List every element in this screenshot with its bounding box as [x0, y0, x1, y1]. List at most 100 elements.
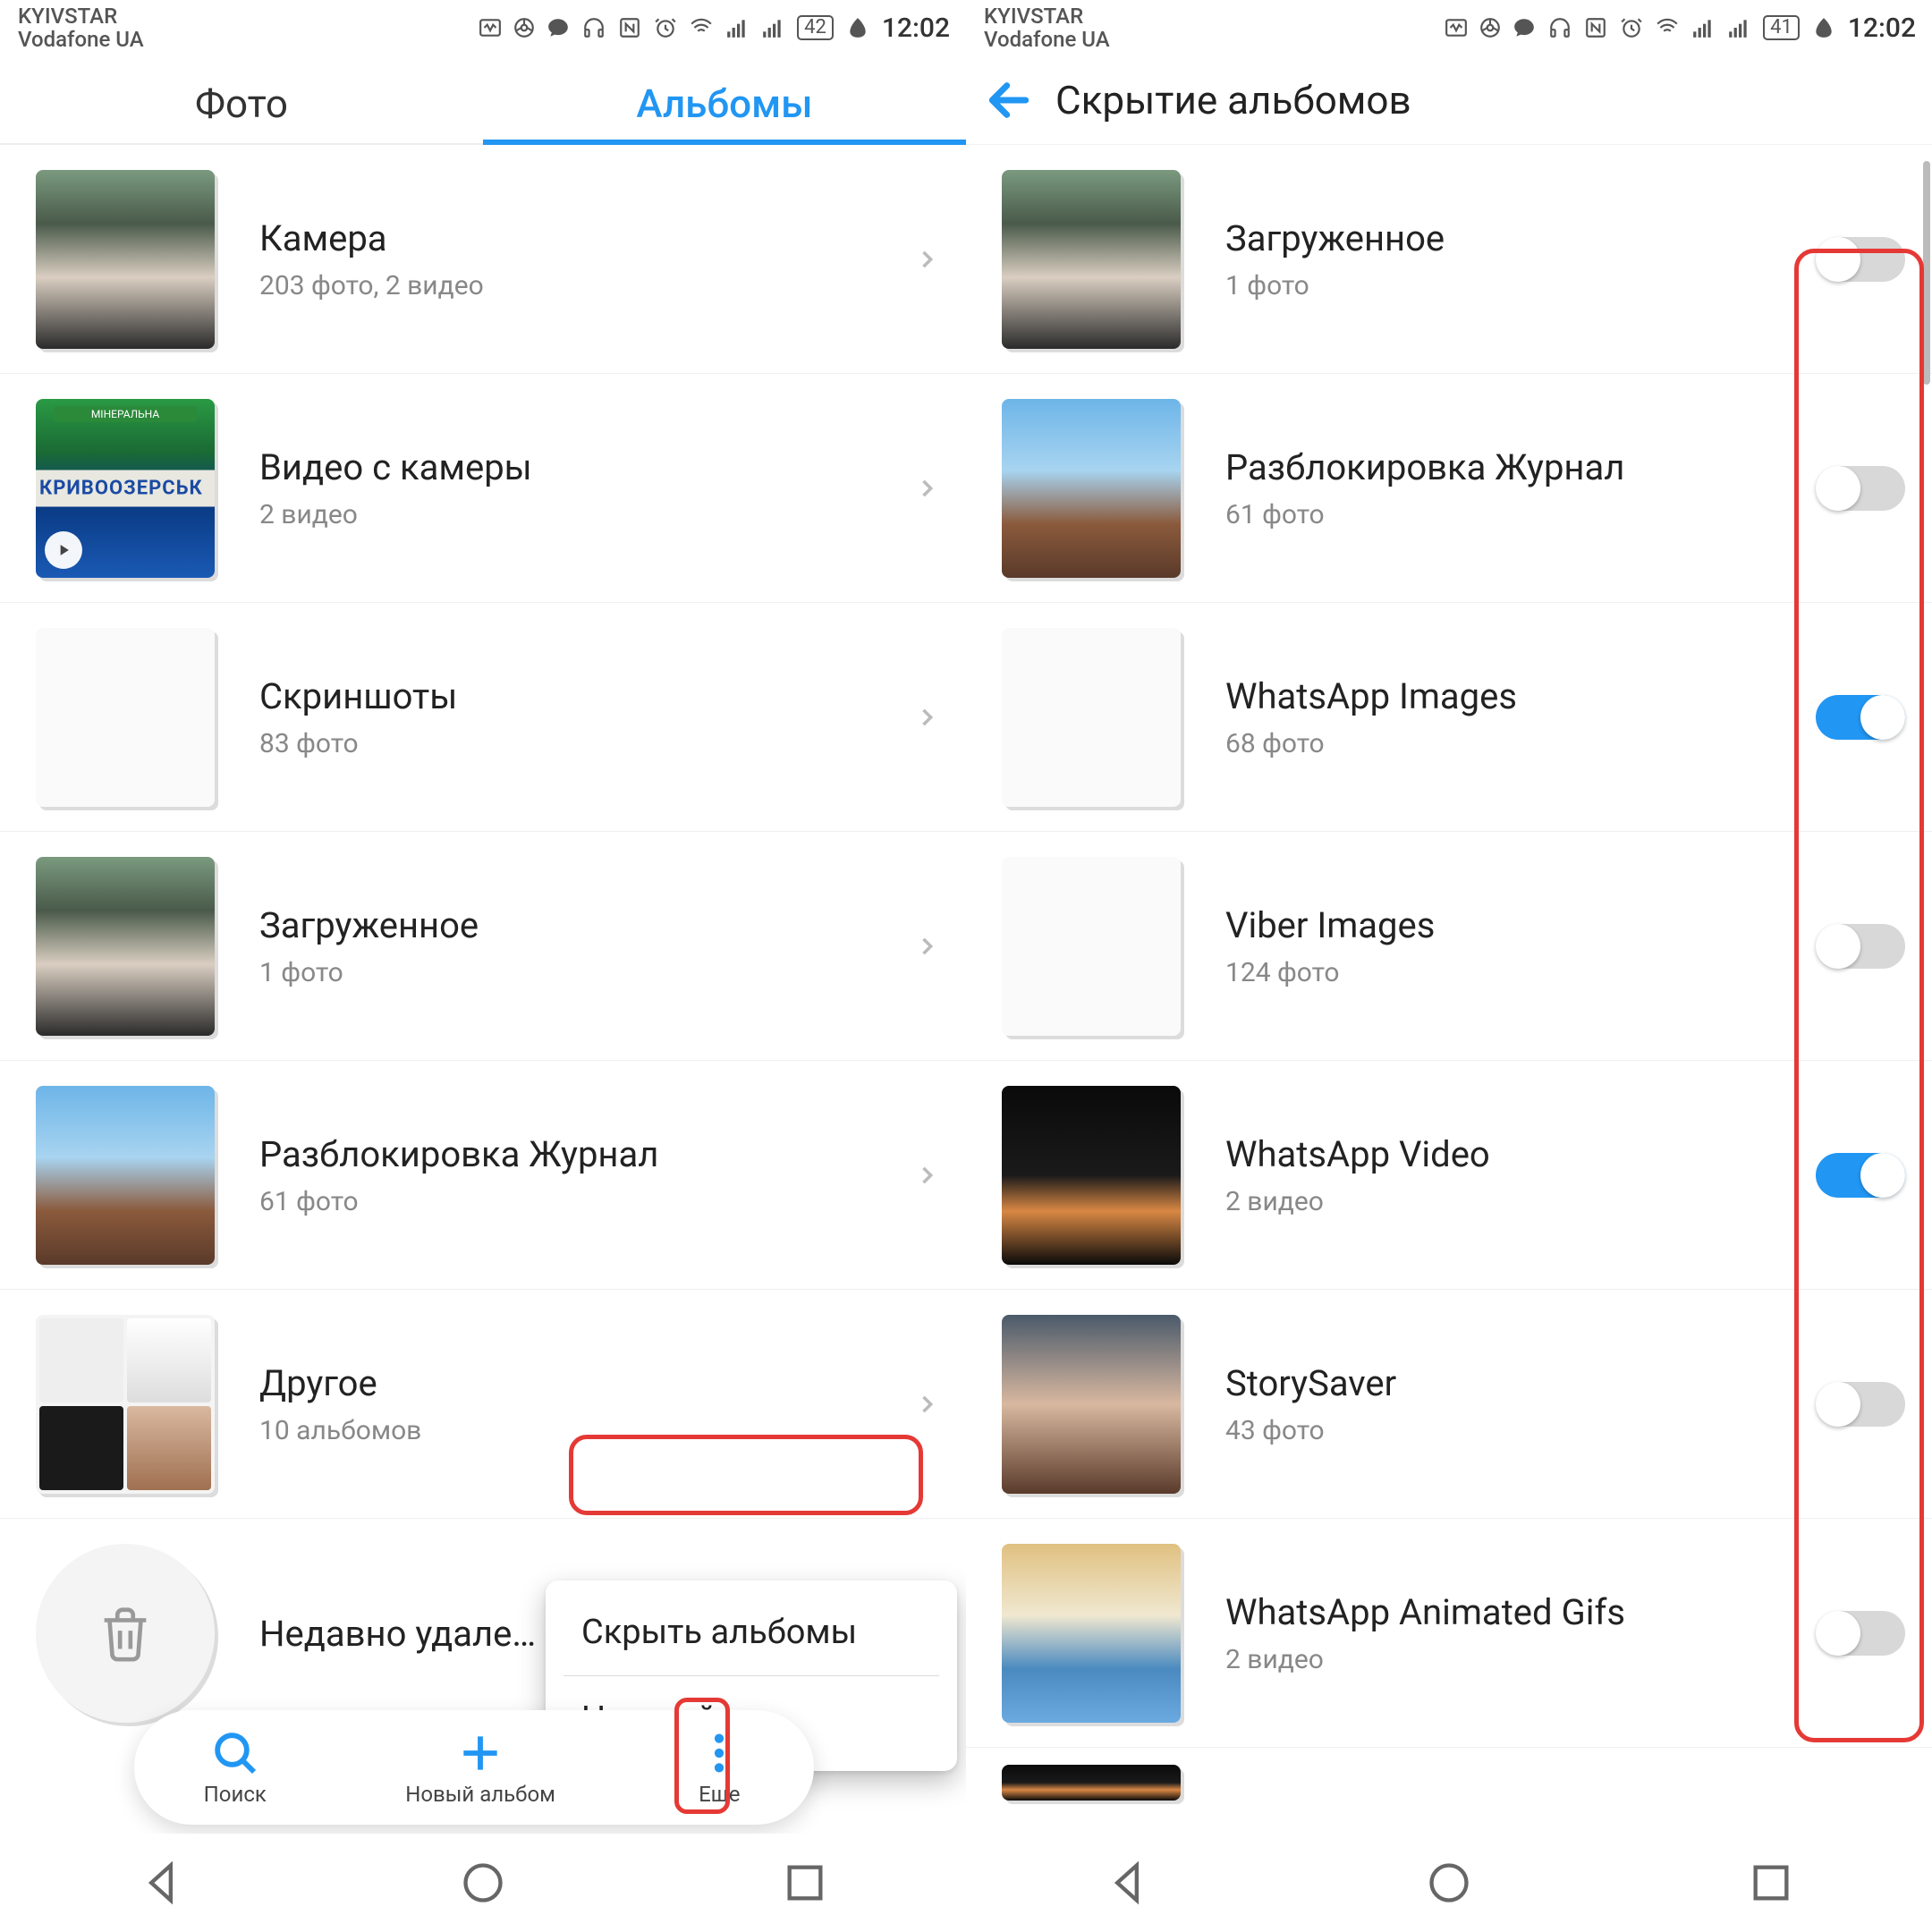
status-icons: 41 12:02 — [1445, 13, 1916, 44]
album-title: WhatsApp Video — [1225, 1133, 1816, 1175]
signal2-icon — [761, 16, 784, 39]
album-thumb — [1002, 170, 1181, 349]
hide-toggle[interactable] — [1816, 1153, 1905, 1198]
chrome-icon — [1479, 16, 1502, 39]
album-row-camera-video[interactable]: МІНЕРАЛЬНА КРИВООЗЕРСЬК Видео с камеры 2… — [0, 374, 966, 603]
wifi-icon — [1656, 16, 1679, 39]
nav-back-icon[interactable] — [1104, 1860, 1150, 1906]
album-title: Скриншоты — [259, 675, 914, 717]
hide-toggle[interactable] — [1816, 1382, 1905, 1427]
android-nav-bar — [0, 1834, 966, 1932]
album-subtitle: 61 фото — [1225, 499, 1816, 530]
album-subtitle: 2 видео — [1225, 1186, 1816, 1217]
nfc-icon — [618, 16, 641, 39]
album-title: Разблокировка Журнал — [259, 1133, 914, 1175]
signal2-icon — [1727, 16, 1750, 39]
chevron-right-icon — [914, 247, 939, 272]
album-title: StorySaver — [1225, 1362, 1816, 1404]
album-subtitle: 43 фото — [1225, 1415, 1816, 1446]
album-title: WhatsApp Animated Gifs — [1225, 1591, 1816, 1633]
headphones-icon — [1548, 16, 1572, 39]
album-thumb — [1002, 628, 1181, 807]
album-row-downloads[interactable]: Загруженное 1 фото — [0, 832, 966, 1061]
hide-toggle[interactable] — [1816, 1611, 1905, 1656]
hide-toggle[interactable] — [1816, 466, 1905, 511]
album-subtitle: 68 фото — [1225, 728, 1816, 759]
screen-albums: KYIVSTAR Vodafone UA 42 — [0, 0, 966, 1932]
chevron-right-icon — [914, 934, 939, 959]
carrier-primary: KYIVSTAR — [18, 4, 144, 28]
album-row-unlock-journal[interactable]: Разблокировка Журнал 61 фото — [0, 1061, 966, 1290]
album-subtitle: 61 фото — [259, 1186, 914, 1217]
toolbar-new-album-label: Новый альбом — [405, 1782, 555, 1807]
page-header: Скрытие альбомов — [966, 55, 1932, 145]
chevron-right-icon — [914, 705, 939, 730]
nav-recent-icon[interactable] — [1748, 1860, 1794, 1906]
album-thumb — [1002, 1086, 1181, 1265]
status-icons: 42 12:02 — [479, 13, 950, 44]
hide-toggle[interactable] — [1816, 237, 1905, 282]
album-thumb — [36, 628, 215, 807]
chevron-right-icon — [914, 1392, 939, 1417]
top-tabs: Фото Альбомы — [0, 55, 966, 145]
wifi-icon — [690, 16, 713, 39]
album-subtitle: 2 видео — [1225, 1644, 1816, 1675]
scroll-indicator[interactable] — [1923, 161, 1930, 385]
carrier-primary: KYIVSTAR — [984, 4, 1110, 28]
hide-toggle[interactable] — [1816, 695, 1905, 740]
status-bar: KYIVSTAR Vodafone UA 41 — [966, 0, 1932, 55]
chat-icon — [1513, 16, 1536, 39]
album-subtitle: 83 фото — [259, 728, 914, 759]
hide-row-downloads: Загруженное 1 фото — [966, 145, 1932, 374]
hide-row-storysaver: StorySaver 43 фото — [966, 1290, 1932, 1519]
leaf-icon — [1812, 16, 1835, 39]
album-list[interactable]: Камера 203 фото, 2 видео МІНЕРАЛЬНА КРИВ… — [0, 145, 966, 1748]
battery-indicator: 41 — [1763, 15, 1800, 40]
nav-home-icon[interactable] — [460, 1860, 506, 1906]
headphones-icon — [582, 16, 606, 39]
hide-row-whatsapp-gifs: WhatsApp Animated Gifs 2 видео — [966, 1519, 1932, 1748]
tab-albums[interactable]: Альбомы — [483, 80, 966, 143]
album-thumb — [1002, 1544, 1181, 1723]
album-row-camera[interactable]: Камера 203 фото, 2 видео — [0, 145, 966, 374]
activity-icon — [479, 16, 502, 39]
page-title: Скрытие альбомов — [1055, 77, 1411, 123]
album-title: WhatsApp Images — [1225, 675, 1816, 717]
screen-hide-albums: KYIVSTAR Vodafone UA 41 — [966, 0, 1932, 1932]
nav-home-icon[interactable] — [1426, 1860, 1472, 1906]
hide-toggle[interactable] — [1816, 924, 1905, 969]
more-vertical-icon — [694, 1728, 744, 1778]
album-row-screenshots[interactable]: Скриншоты 83 фото — [0, 603, 966, 832]
hide-album-list[interactable]: Загруженное 1 фото Разблокировка Журнал … — [966, 145, 1932, 1801]
hide-row-unlock-journal: Разблокировка Журнал 61 фото — [966, 374, 1932, 603]
tab-photos[interactable]: Фото — [0, 80, 483, 143]
nav-back-icon[interactable] — [138, 1860, 184, 1906]
album-thumb — [36, 1315, 215, 1494]
back-button[interactable] — [984, 75, 1034, 125]
album-subtitle: 203 фото, 2 видео — [259, 270, 914, 301]
hide-row-viber-images: Viber Images 124 фото — [966, 832, 1932, 1061]
carrier-labels: KYIVSTAR Vodafone UA — [984, 4, 1110, 51]
toolbar-search[interactable]: Поиск — [204, 1728, 267, 1807]
toolbar-new-album[interactable]: Новый альбом — [405, 1728, 555, 1807]
hide-row-whatsapp-images: WhatsApp Images 68 фото — [966, 603, 1932, 832]
hide-row-whatsapp-video: WhatsApp Video 2 видео — [966, 1061, 1932, 1290]
play-icon — [45, 531, 82, 569]
album-title: Загруженное — [1225, 217, 1816, 259]
album-row-other[interactable]: Другое 10 альбомов — [0, 1290, 966, 1519]
battery-percent: 41 — [1763, 15, 1800, 40]
album-subtitle: 1 фото — [259, 957, 914, 988]
clock-time: 12:02 — [882, 13, 950, 44]
album-title: Viber Images — [1225, 904, 1816, 946]
menu-hide-albums[interactable]: Скрыть альбомы — [546, 1589, 957, 1675]
chevron-right-icon — [914, 1163, 939, 1188]
trash-icon — [36, 1544, 215, 1723]
album-thumb — [36, 857, 215, 1036]
nfc-icon — [1584, 16, 1607, 39]
hide-row-partial — [966, 1748, 1932, 1801]
nav-recent-icon[interactable] — [782, 1860, 828, 1906]
album-thumb — [36, 170, 215, 349]
album-title: Другое — [259, 1362, 914, 1404]
battery-indicator: 42 — [797, 15, 834, 40]
toolbar-more[interactable]: Еще — [694, 1728, 744, 1807]
